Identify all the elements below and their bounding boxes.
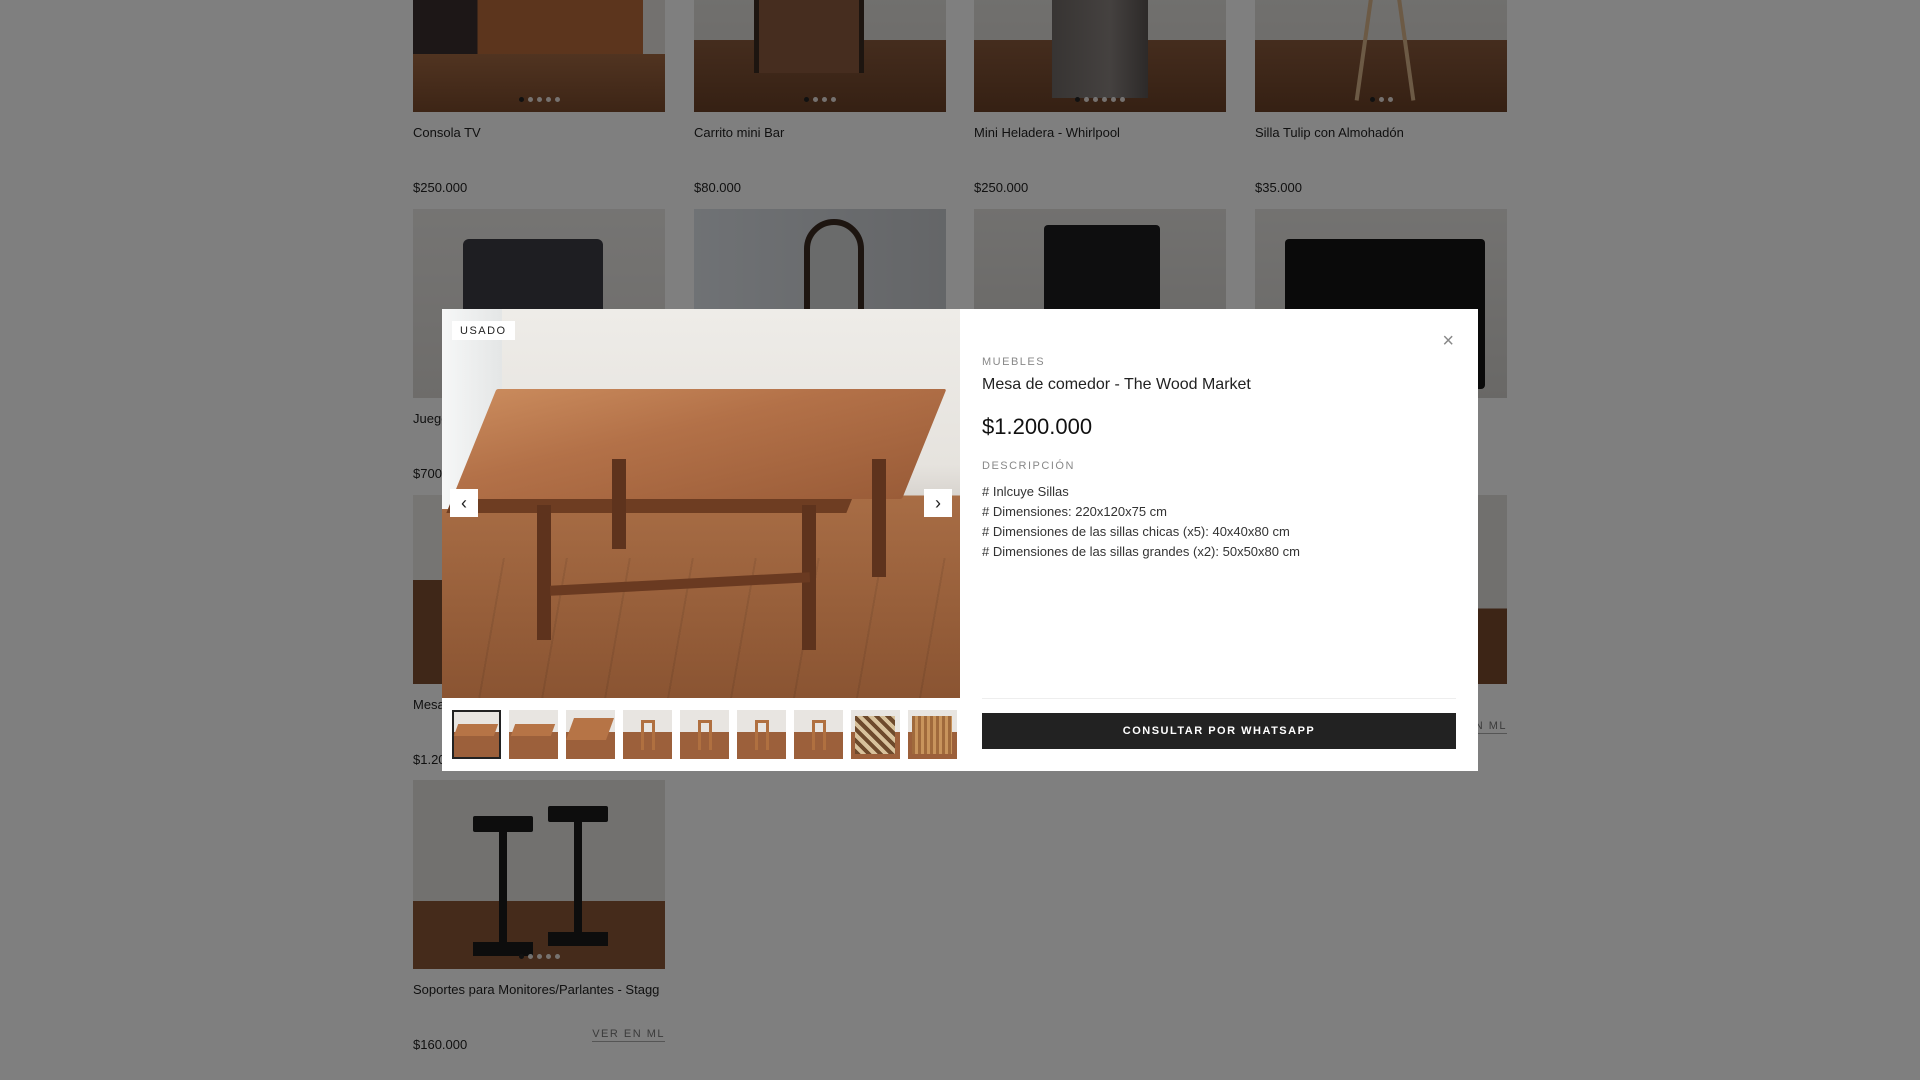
prev-image-button[interactable]: ‹ [450,489,478,517]
thumbnail[interactable] [851,710,900,759]
product-modal: USADO ‹ › × MUEBLES Mesa de comedor - Th… [442,309,1478,771]
description-label: DESCRIPCIÓN [982,460,1075,472]
close-icon[interactable]: × [1442,331,1454,351]
product-price: $1.200.000 [982,414,1093,439]
thumbnail[interactable] [509,710,558,759]
thumbnail[interactable] [908,710,957,759]
product-title: Mesa de comedor - The Wood Market [982,376,1251,393]
divider [982,698,1456,699]
thumbnail[interactable] [566,710,615,759]
description-line: # Dimensiones de las sillas grandes (x2)… [982,544,1300,559]
chevron-left-icon: ‹ [461,492,467,513]
main-product-photo [442,309,960,698]
whatsapp-inquiry-button[interactable]: CONSULTAR POR WHATSAPP [982,713,1456,749]
condition-badge: USADO [452,321,515,340]
thumbnail[interactable] [680,710,729,759]
modal-details: × MUEBLES Mesa de comedor - The Wood Mar… [960,309,1478,771]
product-category: MUEBLES [982,356,1046,368]
thumbnail[interactable] [452,710,501,759]
description-line: # Dimensiones: 220x120x75 cm [982,504,1167,519]
description-line: # Dimensiones de las sillas chicas (x5):… [982,524,1290,539]
thumbnail[interactable] [623,710,672,759]
description-line: # Inlcuye Sillas [982,484,1069,499]
thumbnail-strip [452,710,970,759]
thumbnail[interactable] [794,710,843,759]
description: # Inlcuye Sillas # Dimensiones: 220x120x… [982,482,1456,562]
modal-gallery: USADO ‹ › [442,309,960,771]
chevron-right-icon: › [935,492,941,513]
next-image-button[interactable]: › [924,489,952,517]
thumbnail[interactable] [737,710,786,759]
